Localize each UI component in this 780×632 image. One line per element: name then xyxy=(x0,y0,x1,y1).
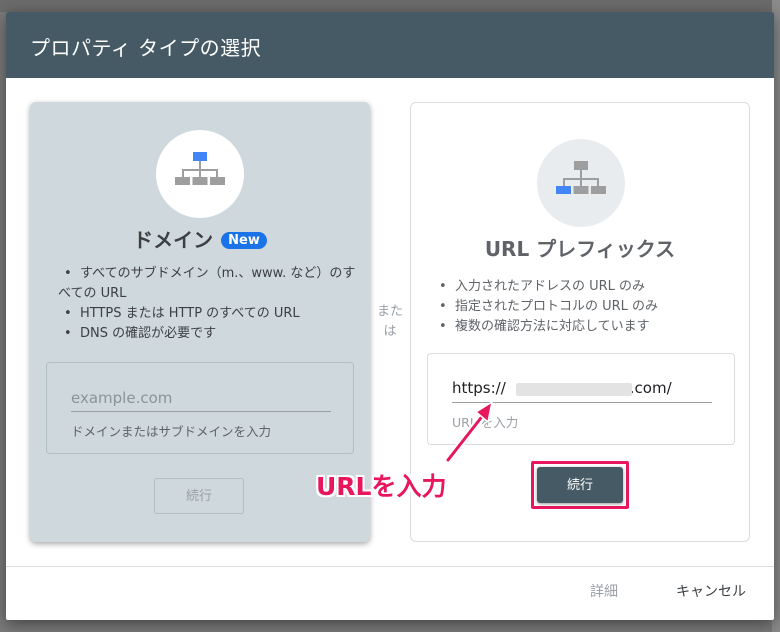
dialog-title: プロパティ タイプの選択 xyxy=(30,36,262,60)
list-item: 指定されたプロトコルの URL のみ xyxy=(433,297,743,317)
domain-icon-circle xyxy=(156,130,244,218)
url-continue-button[interactable]: 続行 xyxy=(537,467,623,503)
domain-title-text: ドメイン xyxy=(133,228,214,252)
dialog-header: プロパティ タイプの選択 xyxy=(6,12,774,78)
sitemap-icon xyxy=(556,161,606,194)
list-item: DNS の確認が必要です xyxy=(58,324,358,344)
or-separator: また は xyxy=(370,302,410,342)
list-item: 入力されたアドレスの URL のみ xyxy=(433,277,743,297)
domain-input-box: ドメインまたはサブドメインを入力 xyxy=(46,362,354,454)
property-type-dialog: プロパティ タイプの選択 ドメイン New すべてのサブドメイン（m.、www. … xyxy=(6,12,774,620)
list-item: すべてのサブドメイン（m.、www. など）のすべての URL xyxy=(58,264,358,304)
annotation-label: URLを入力 xyxy=(316,472,447,501)
domain-continue-button[interactable]: 続行 xyxy=(154,478,244,514)
redacted-domain xyxy=(516,383,632,396)
url-prefix-card[interactable]: URL プレフィックス 入力されたアドレスの URL のみ 指定されたプロトコル… xyxy=(410,102,750,542)
domain-input-hint: ドメインまたはサブドメインを入力 xyxy=(71,424,272,439)
domain-feature-list: すべてのサブドメイン（m.、www. など）のすべての URL HTTPS また… xyxy=(58,264,358,344)
new-badge: New xyxy=(221,232,267,249)
url-feature-list: 入力されたアドレスの URL のみ 指定されたプロトコルの URL のみ 複数の… xyxy=(433,277,743,337)
url-input-prefix: https:// xyxy=(452,379,506,397)
cancel-button[interactable]: キャンセル xyxy=(670,580,752,602)
footer-divider xyxy=(6,566,774,567)
url-card-title: URL プレフィックス xyxy=(484,237,676,261)
backdrop xyxy=(0,0,780,12)
list-item: HTTPS または HTTP のすべての URL xyxy=(58,304,358,324)
annotation-arrow-icon xyxy=(444,400,494,464)
or-text-line1: また xyxy=(376,304,403,319)
url-input-suffix: .com/ xyxy=(629,379,672,397)
or-text-line2: は xyxy=(383,324,397,339)
domain-input[interactable] xyxy=(71,385,331,412)
domain-card-title: ドメイン New xyxy=(30,224,370,253)
sitemap-icon xyxy=(175,152,225,185)
url-icon-circle xyxy=(537,139,625,227)
details-button[interactable]: 詳細 xyxy=(584,580,624,602)
list-item: 複数の確認方法に対応しています xyxy=(433,317,743,337)
